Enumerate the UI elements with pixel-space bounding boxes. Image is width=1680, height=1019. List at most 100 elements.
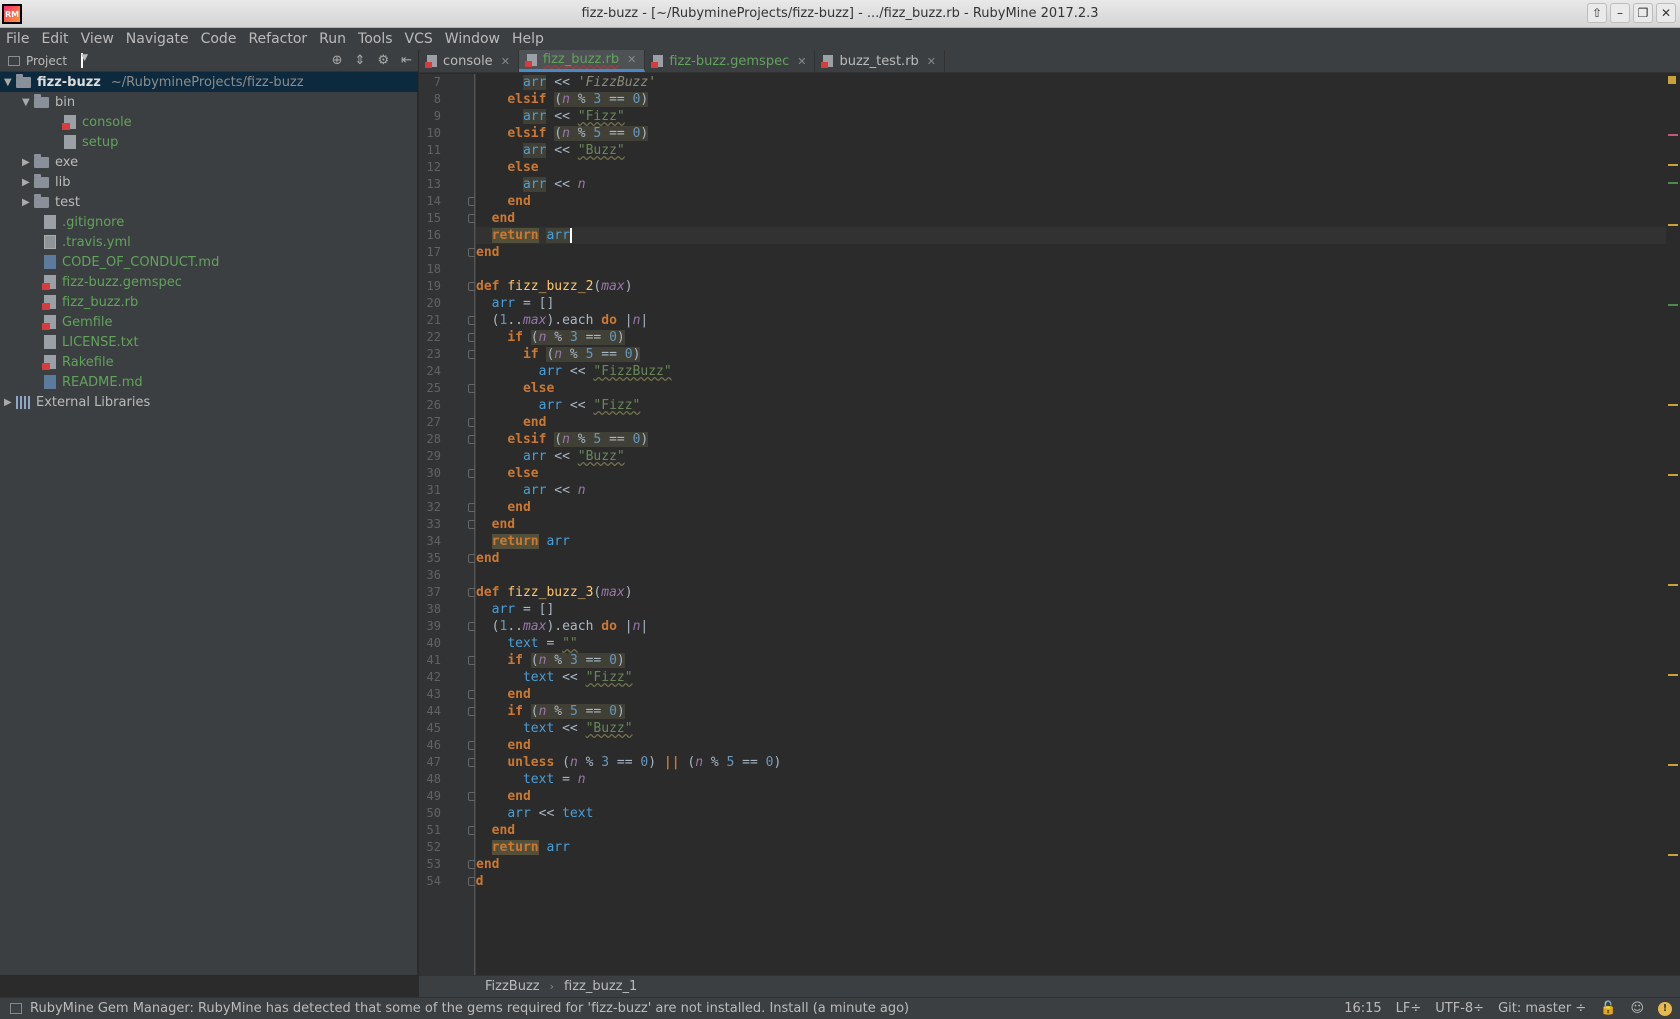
line-number: 51	[426, 823, 441, 837]
code-line-34: return arr	[476, 533, 570, 550]
menu-run[interactable]: Run	[319, 31, 346, 47]
menu-tools[interactable]: Tools	[358, 31, 393, 47]
change-marker[interactable]	[1668, 182, 1678, 184]
token: 0	[640, 755, 649, 770]
token: n	[562, 126, 570, 141]
tree-item-gitignore[interactable]: .gitignore	[0, 212, 418, 232]
minimize-button[interactable]: –	[1610, 3, 1630, 23]
tree-item-code-of-conduct[interactable]: CODE_OF_CONDUCT.md	[0, 252, 418, 272]
collapsed-arrow-icon[interactable]: ▶	[22, 157, 34, 168]
token: arr	[546, 228, 570, 243]
analysis-status-icon[interactable]	[1668, 76, 1676, 84]
project-view-selector[interactable]: Project	[26, 54, 67, 68]
change-marker[interactable]	[1668, 304, 1678, 306]
tab-fizz-buzz-rb[interactable]: fizz_buzz.rb ✕	[518, 50, 646, 72]
editor-tabs: console ✕ fizz_buzz.rb ✕ fizz-buzz.gemsp…	[419, 50, 1680, 73]
tree-item-test[interactable]: ▶ test	[0, 192, 418, 212]
tree-item-lib[interactable]: ▶ lib	[0, 172, 418, 192]
warning-marker[interactable]	[1668, 764, 1678, 766]
close-tab-icon[interactable]: ✕	[627, 53, 636, 66]
collapse-all-icon[interactable]: ⇕	[355, 53, 366, 68]
tree-item-bin[interactable]: ▼ bin	[0, 92, 418, 112]
maximize-button[interactable]: ❐	[1633, 3, 1653, 23]
gear-icon[interactable]: ⚙	[377, 53, 389, 68]
menu-file[interactable]: File	[6, 31, 29, 47]
tree-item-setup[interactable]: setup	[0, 132, 418, 152]
warning-marker[interactable]	[1668, 474, 1678, 476]
breadcrumb-method[interactable]: fizz_buzz_1	[564, 979, 637, 994]
lock-icon[interactable]: 🔓	[1600, 1001, 1616, 1016]
code-line-15: end	[476, 210, 515, 227]
code-editor[interactable]: arr << 'FizzBuzz' elsif (n % 3 == 0) arr…	[476, 74, 1670, 975]
warning-marker[interactable]	[1668, 584, 1678, 586]
close-tab-icon[interactable]: ✕	[797, 55, 806, 68]
scroll-from-source-icon[interactable]: ⊕	[332, 53, 343, 68]
hide-panel-icon[interactable]: ⇤	[401, 53, 412, 68]
code-line-10: elsif (n % 5 == 0)	[507, 126, 649, 141]
warning-marker[interactable]	[1668, 854, 1678, 856]
tree-item-label: LICENSE.txt	[62, 334, 139, 350]
menu-vcs[interactable]: VCS	[405, 31, 433, 47]
tree-item-rakefile[interactable]: Rakefile	[0, 352, 418, 372]
collapsed-arrow-icon[interactable]: ▶	[22, 197, 34, 208]
tree-item-external-libraries[interactable]: ▶ External Libraries	[0, 392, 418, 412]
collapsed-arrow-icon[interactable]: ▶	[4, 397, 16, 408]
yaml-file-icon	[44, 235, 56, 249]
menu-navigate[interactable]: Navigate	[126, 31, 189, 47]
git-branch-selector[interactable]: Git: master ÷	[1498, 1001, 1586, 1016]
expand-arrow-icon[interactable]: ▼	[4, 77, 16, 88]
inspector-icon[interactable]: ☺	[1630, 1001, 1644, 1016]
ruby-file-icon	[524, 53, 537, 67]
warning-marker[interactable]	[1668, 164, 1678, 166]
tree-item-gemfile[interactable]: Gemfile	[0, 312, 418, 332]
tab-fizz-buzz-gemspec[interactable]: fizz-buzz.gemspec ✕	[645, 50, 816, 72]
menu-refactor[interactable]: Refactor	[248, 31, 307, 47]
line-separator-selector[interactable]: LF÷	[1396, 1001, 1422, 1016]
tree-item-console[interactable]: console	[0, 112, 418, 132]
menu-help[interactable]: Help	[512, 31, 544, 47]
code-line-30: else	[476, 465, 538, 482]
tool-windows-icon[interactable]	[10, 1003, 22, 1014]
tree-item-travis[interactable]: .travis.yml	[0, 232, 418, 252]
caret-position[interactable]: 16:15	[1344, 1001, 1381, 1016]
encoding-selector[interactable]: UTF-8÷	[1435, 1001, 1484, 1016]
menu-code[interactable]: Code	[201, 31, 237, 47]
menu-edit[interactable]: Edit	[41, 31, 68, 47]
close-tab-icon[interactable]: ✕	[927, 55, 936, 68]
tree-root-fizz-buzz[interactable]: ▼ fizz-buzz ~/RubymineProjects/fizz-buzz	[0, 72, 418, 92]
warning-marker[interactable]	[1668, 674, 1678, 676]
tree-item-gemspec[interactable]: fizz-buzz.gemspec	[0, 272, 418, 292]
token: n	[577, 483, 586, 498]
token: fizz_buzz_3	[507, 585, 594, 600]
keep-above-icon[interactable]: ⇧	[1587, 3, 1607, 23]
expand-arrow-icon[interactable]: ▼	[22, 97, 34, 108]
token: "Fizz"	[577, 109, 625, 124]
line-number: 44	[426, 704, 441, 718]
chevron-down-icon[interactable]: ▼	[81, 53, 88, 68]
warning-marker[interactable]	[1668, 224, 1678, 226]
line-number: 54	[426, 874, 441, 888]
event-log-warning-icon[interactable]: !	[1658, 1001, 1672, 1016]
code-line-46: end	[476, 737, 530, 754]
error-marker[interactable]	[1668, 134, 1678, 136]
warning-marker[interactable]	[1668, 404, 1678, 406]
tree-item-exe[interactable]: ▶ exe	[0, 152, 418, 172]
status-message[interactable]: RubyMine Gem Manager: RubyMine has detec…	[30, 1001, 909, 1016]
tab-console[interactable]: console ✕	[419, 50, 519, 72]
line-number: 32	[426, 500, 441, 514]
token: n	[538, 704, 547, 719]
error-stripe[interactable]	[1666, 74, 1680, 975]
tab-buzz-test-rb[interactable]: buzz_test.rb ✕	[815, 50, 946, 72]
collapsed-arrow-icon[interactable]: ▶	[22, 177, 34, 188]
token: else	[522, 381, 555, 396]
close-button[interactable]: ✕	[1656, 3, 1676, 23]
tree-item-readme[interactable]: README.md	[0, 372, 418, 392]
tree-item-fizz-buzz-rb[interactable]: fizz_buzz.rb	[0, 292, 418, 312]
menu-view[interactable]: View	[81, 31, 114, 47]
token: fizz_buzz_2	[507, 279, 594, 294]
tree-item-license[interactable]: LICENSE.txt	[0, 332, 418, 352]
menu-window[interactable]: Window	[445, 31, 500, 47]
library-icon	[16, 395, 32, 409]
close-tab-icon[interactable]: ✕	[501, 55, 510, 68]
breadcrumb-module[interactable]: FizzBuzz	[485, 979, 540, 994]
